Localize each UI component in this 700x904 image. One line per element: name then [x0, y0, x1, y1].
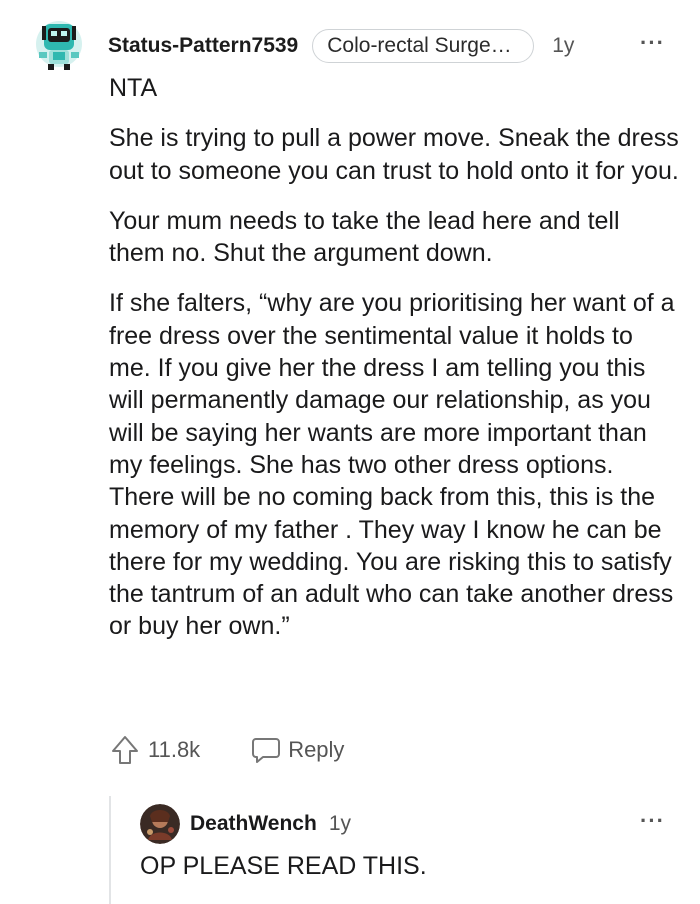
reply-username[interactable]: DeathWench	[190, 812, 317, 836]
comment-paragraph: Your mum needs to take the lead here and…	[109, 206, 620, 268]
comment-paragraph: NTA	[109, 74, 158, 102]
speech-bubble-icon	[252, 738, 281, 763]
comment-header: Status-Pattern7539 Colo-rectal Surgeo...…	[108, 28, 574, 64]
user-avatar-icon	[140, 804, 180, 844]
comment-actions: 11.8k Reply	[110, 732, 344, 768]
overflow-menu-icon[interactable]: ···	[640, 30, 665, 56]
reply-button[interactable]: Reply	[250, 735, 344, 765]
comment-age: 1y	[552, 34, 575, 57]
thread-line[interactable]	[109, 796, 111, 904]
snoo-avatar-icon	[36, 21, 82, 70]
user-flair: Colo-rectal Surgeo...	[312, 29, 535, 63]
reply-body: OP PLEASE READ THIS.	[140, 852, 427, 880]
comment-username[interactable]: Status-Pattern7539	[108, 34, 298, 58]
reply-label: Reply	[288, 737, 345, 762]
reply-age: 1y	[328, 812, 351, 835]
comment-body: NTA She is trying to pull a power move. …	[109, 72, 679, 661]
upvote-button[interactable]: 11.8k	[110, 734, 200, 766]
upvote-arrow-icon	[112, 736, 138, 764]
comment-paragraph: She is trying to pull a power move. Snea…	[109, 124, 679, 185]
reply-header: DeathWench 1y	[190, 808, 351, 840]
user-avatar[interactable]	[34, 16, 84, 72]
comment-paragraph: If she falters, “why are you prioritisin…	[109, 289, 675, 641]
overflow-menu-icon[interactable]: ···	[640, 808, 665, 834]
vote-score: 11.8k	[148, 737, 201, 762]
reply-user-avatar[interactable]	[140, 804, 180, 844]
